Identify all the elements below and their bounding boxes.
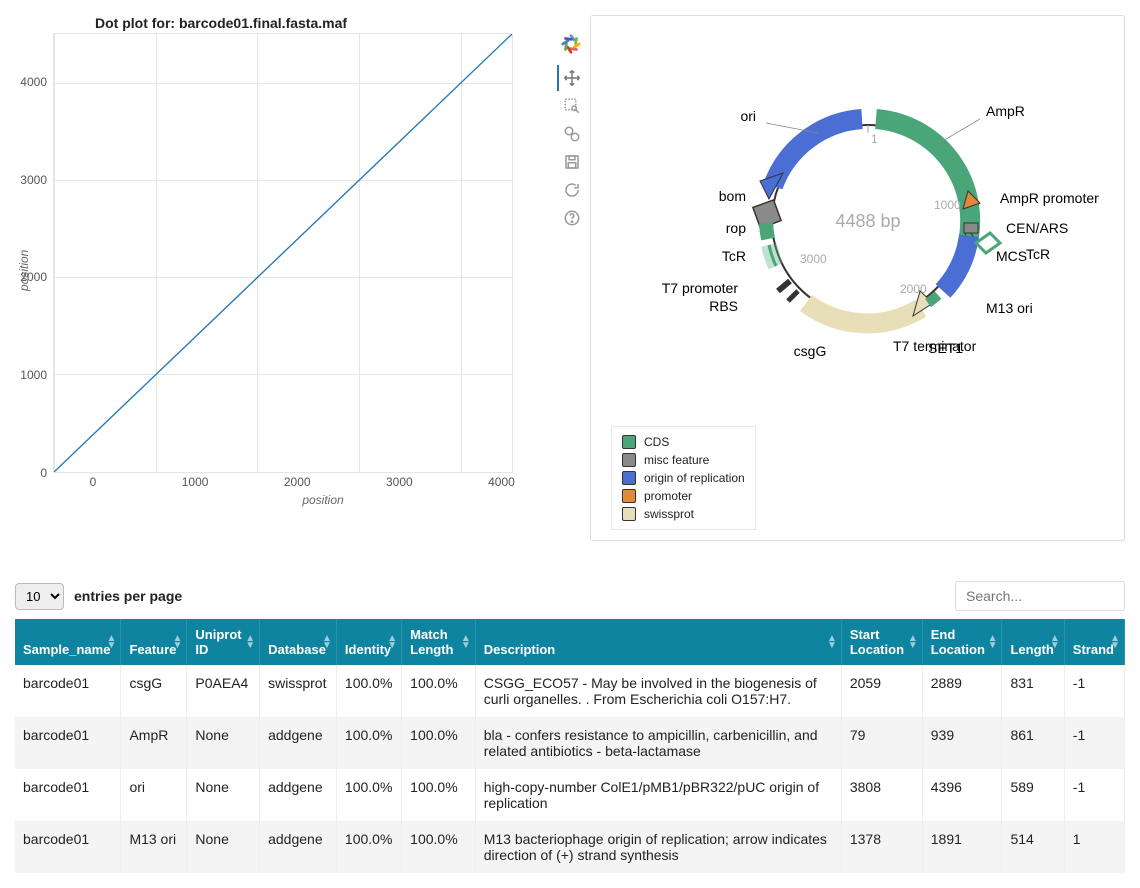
label-tcr-right: TcR bbox=[1026, 246, 1050, 262]
legend-swatch-swissprot bbox=[622, 507, 636, 521]
x-ticks: 0 1000 2000 3000 4000 bbox=[93, 473, 553, 491]
label-cen-ars: CEN/ARS bbox=[1006, 220, 1068, 236]
feature-rop[interactable] bbox=[766, 223, 768, 239]
feature-t7-promoter[interactable] bbox=[778, 281, 790, 291]
help-tool-icon[interactable] bbox=[557, 205, 585, 231]
table-row[interactable]: barcode01csgGP0AEA4swissprot100.0%100.0%… bbox=[15, 665, 1125, 717]
label-mcs: MCS bbox=[996, 248, 1027, 264]
save-tool-icon[interactable] bbox=[557, 149, 585, 175]
entries-per-page-select[interactable]: 10 bbox=[15, 583, 64, 610]
col-match[interactable]: Match Length▲▼ bbox=[402, 619, 476, 665]
feature-arc-csgg[interactable] bbox=[806, 303, 921, 323]
feature-cen-ars[interactable] bbox=[964, 223, 978, 233]
col-sample[interactable]: Sample_name▲▼ bbox=[15, 619, 121, 665]
label-m13: M13 ori bbox=[986, 300, 1033, 316]
col-start[interactable]: Start Location▲▼ bbox=[841, 619, 922, 665]
plot-title: Dot plot for: barcode01.final.fasta.maf bbox=[95, 15, 585, 31]
box-zoom-tool-icon[interactable] bbox=[557, 93, 585, 119]
entries-label: entries per page bbox=[74, 588, 182, 604]
feature-rbs[interactable] bbox=[788, 291, 798, 301]
label-t7-promoter: T7 promoter bbox=[661, 280, 738, 296]
table-row[interactable]: barcode01M13 oriNoneaddgene100.0%100.0%M… bbox=[15, 821, 1125, 873]
table-row[interactable]: barcode01oriNoneaddgene100.0%100.0%high-… bbox=[15, 769, 1125, 821]
svg-text:3000: 3000 bbox=[800, 252, 827, 266]
legend-swatch-promoter bbox=[622, 489, 636, 503]
search-input[interactable] bbox=[955, 581, 1125, 611]
plasmid-size-label: 4488 bp bbox=[835, 211, 900, 231]
col-identity[interactable]: Identity▲▼ bbox=[336, 619, 401, 665]
legend-swatch-cds bbox=[622, 435, 636, 449]
feature-set1[interactable] bbox=[928, 295, 938, 303]
bokeh-logo-icon[interactable] bbox=[560, 33, 582, 55]
col-end[interactable]: End Location▲▼ bbox=[922, 619, 1002, 665]
svg-text:1: 1 bbox=[871, 132, 878, 146]
col-feature[interactable]: Feature▲▼ bbox=[121, 619, 187, 665]
col-length[interactable]: Length▲▼ bbox=[1002, 619, 1064, 665]
label-set1: SET1 bbox=[928, 340, 963, 356]
legend-swatch-ori bbox=[622, 471, 636, 485]
col-db[interactable]: Database▲▼ bbox=[260, 619, 337, 665]
x-axis-label: position bbox=[93, 493, 553, 507]
features-table: Sample_name▲▼ Feature▲▼ Uniprot ID▲▼ Dat… bbox=[15, 619, 1125, 873]
col-strand[interactable]: Strand▲▼ bbox=[1064, 619, 1124, 665]
wheel-zoom-tool-icon[interactable] bbox=[557, 121, 585, 147]
label-ampr-promoter: AmpR promoter bbox=[1000, 190, 1099, 206]
plasmid-map-panel: 4488 bp bbox=[590, 15, 1125, 541]
label-ori: ori bbox=[740, 108, 756, 124]
label-rbs: RBS bbox=[709, 298, 738, 314]
plasmid-legend: CDS misc feature origin of replication p… bbox=[611, 426, 756, 530]
reset-tool-icon[interactable] bbox=[557, 177, 585, 203]
plasmid-map[interactable]: 4488 bp bbox=[608, 36, 1108, 416]
y-ticks: 0 1000 2000 3000 4000 bbox=[31, 33, 53, 473]
label-rop: rop bbox=[725, 220, 745, 236]
feature-arc-m13[interactable] bbox=[943, 236, 969, 291]
col-desc[interactable]: Description▲▼ bbox=[475, 619, 841, 665]
plot-toolbar bbox=[553, 33, 585, 507]
label-bom: bom bbox=[718, 188, 745, 204]
table-row[interactable]: barcode01AmpRNoneaddgene100.0%100.0%bla … bbox=[15, 717, 1125, 769]
label-csgg: csgG bbox=[793, 343, 826, 359]
svg-text:2000: 2000 bbox=[900, 282, 927, 296]
dot-plot-panel: Dot plot for: barcode01.final.fasta.maf … bbox=[15, 15, 585, 541]
label-ampr: AmpR bbox=[986, 103, 1025, 119]
legend-swatch-misc bbox=[622, 453, 636, 467]
table-controls: 10 entries per page bbox=[15, 581, 1125, 611]
svg-text:1000: 1000 bbox=[934, 198, 961, 212]
label-tcr-left: TcR bbox=[721, 248, 745, 264]
plot-canvas[interactable] bbox=[53, 33, 513, 473]
feature-arc-ori[interactable] bbox=[773, 119, 862, 186]
pan-tool-icon[interactable] bbox=[557, 65, 585, 91]
col-uniprot[interactable]: Uniprot ID▲▼ bbox=[187, 619, 260, 665]
